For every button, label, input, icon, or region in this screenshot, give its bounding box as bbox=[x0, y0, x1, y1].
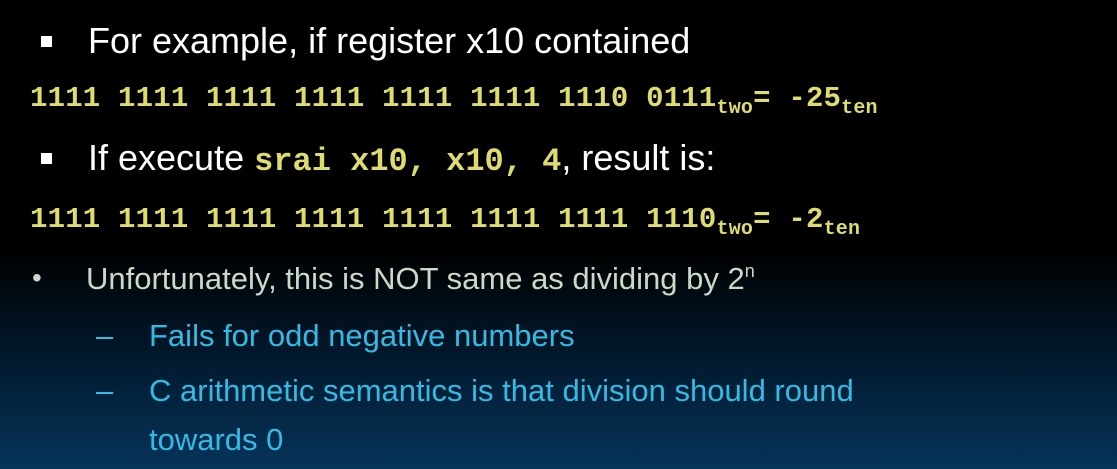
binary-bits-1: 1111 1111 1111 1111 1111 1111 1110 0111 bbox=[30, 82, 717, 115]
sub-bullet-2-line-1: C arithmetic semantics is that division … bbox=[149, 373, 854, 408]
bullet-2-prefix: If execute bbox=[88, 137, 255, 178]
round-bullet-icon: • bbox=[32, 262, 42, 293]
decimal-base-sub-1: ten bbox=[841, 97, 878, 120]
slide: { "slide": { "bullet1": { "text": "For e… bbox=[0, 0, 1117, 469]
binary-bits-2: 1111 1111 1111 1111 1111 1111 1111 1110 bbox=[30, 203, 717, 236]
srai-instruction-code: srai x10, x10, 4 bbox=[254, 143, 562, 180]
binary-equals-1: = bbox=[753, 82, 789, 115]
bullet-3-superscript: n bbox=[744, 261, 755, 281]
bullet-2-text: If execute srai x10, x10, 4, result is: bbox=[88, 137, 715, 180]
decimal-base-sub-2: ten bbox=[823, 218, 861, 241]
decimal-value-2: -2 bbox=[788, 203, 824, 236]
binary-value-2: 1111 1111 1111 1111 1111 1111 1111 1110t… bbox=[30, 203, 860, 240]
binary-base-sub-1: two bbox=[716, 97, 754, 120]
sub-bullet-2-line-2: towards 0 bbox=[149, 422, 284, 457]
square-bullet-icon bbox=[41, 36, 52, 47]
binary-base-sub-2: two bbox=[716, 218, 754, 241]
sub-bullet-1-text: Fails for odd negative numbers bbox=[149, 318, 575, 353]
decimal-value-1: -25 bbox=[788, 82, 842, 115]
square-bullet-icon bbox=[41, 153, 52, 164]
bullet-1-text: For example, if register x10 contained bbox=[88, 20, 691, 61]
binary-equals-2: = bbox=[753, 203, 789, 236]
dash-bullet-icon: – bbox=[96, 373, 114, 408]
bullet-2-suffix: , result is: bbox=[561, 137, 716, 178]
binary-value-1: 1111 1111 1111 1111 1111 1111 1110 0111t… bbox=[30, 82, 878, 119]
bullet-3-text: Unfortunately, this is NOT same as divid… bbox=[86, 261, 755, 297]
bullet-3-main: Unfortunately, this is NOT same as divid… bbox=[86, 261, 745, 296]
dash-bullet-icon: – bbox=[96, 318, 114, 353]
